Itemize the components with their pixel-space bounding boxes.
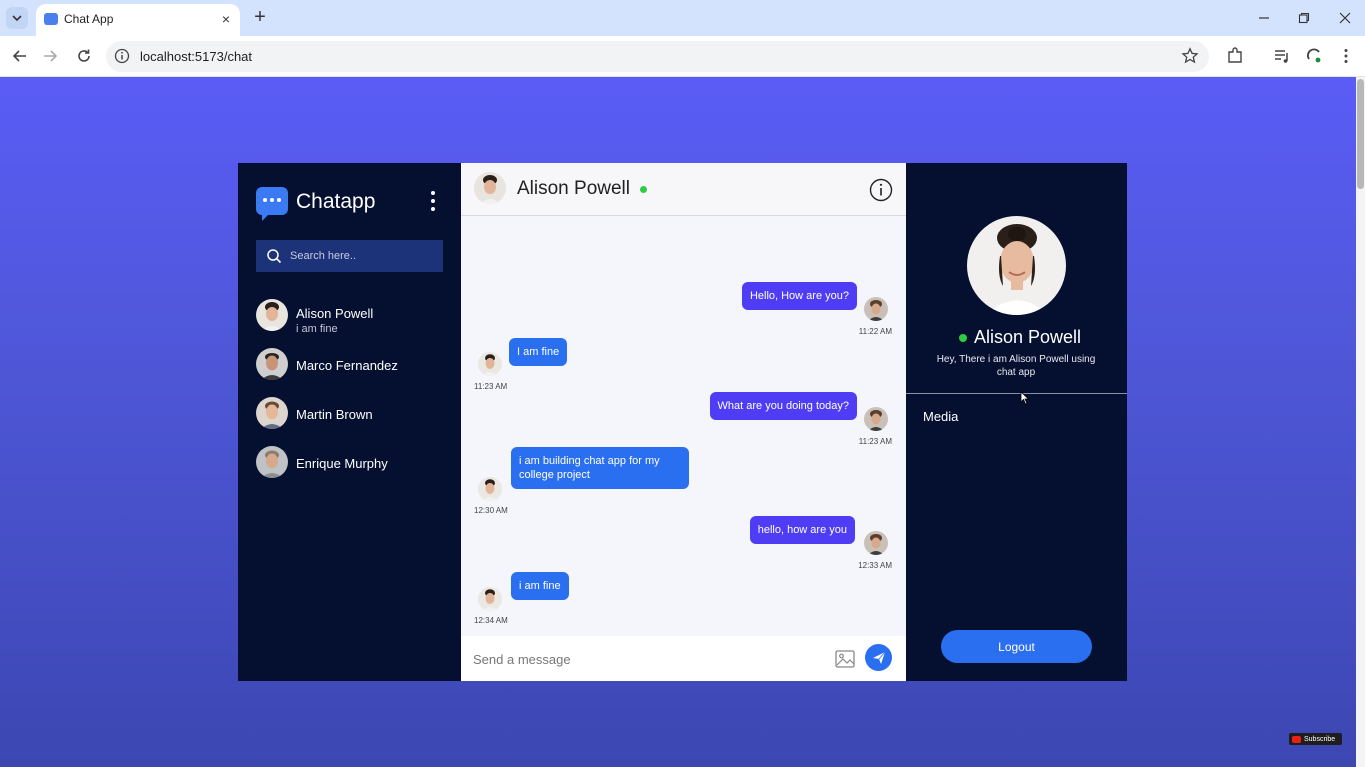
contact-name: Alison Powell (296, 306, 374, 321)
media-controls-icon[interactable] (1270, 44, 1294, 68)
contact-name: Enrique Murphy (296, 456, 388, 471)
browser-toolbar: localhost:5173/chat (0, 36, 1365, 77)
message-time: 12:34 AM (474, 616, 508, 625)
tab-close-icon[interactable]: × (218, 11, 234, 27)
browser-tab-bar: Chat App × + (0, 0, 1365, 36)
profile-name: Alison Powell (974, 327, 1082, 347)
contact-last-message: i am fine (296, 323, 338, 335)
avatar (864, 531, 888, 555)
chat-panel: Alison Powell Hello, How are you? 11:22 … (461, 163, 906, 681)
image-upload-icon[interactable] (834, 648, 856, 670)
profile-sync-icon[interactable] (1302, 44, 1326, 68)
search-box[interactable] (256, 240, 443, 272)
message-time: 12:33 AM (858, 561, 892, 570)
contact-item-enrique-murphy[interactable]: Enrique Murphy (256, 446, 446, 482)
extensions-icon[interactable] (1223, 44, 1247, 68)
contact-name: Marco Fernandez (296, 358, 398, 373)
avatar (864, 297, 888, 321)
avatar (478, 352, 502, 376)
back-icon[interactable] (8, 44, 32, 68)
page-scrollbar[interactable] (1356, 77, 1365, 767)
send-button[interactable] (865, 644, 892, 671)
search-input[interactable] (290, 240, 440, 272)
mouse-cursor-icon (1020, 391, 1030, 405)
send-icon (872, 651, 885, 664)
subscribe-label: Subscribe (1304, 735, 1336, 743)
message-bubble-sent: hello, how are you (749, 516, 855, 544)
media-heading: Media (923, 409, 959, 424)
profile-bio: Hey, There i am Alison Powell using chat… (936, 354, 1096, 378)
avatar (864, 407, 888, 431)
chevron-down-icon (12, 15, 22, 22)
avatar (478, 587, 502, 611)
message-input[interactable] (473, 646, 813, 672)
logout-button[interactable]: Logout (941, 630, 1092, 663)
online-status-dot (640, 186, 647, 193)
app-name: Chatapp (296, 190, 376, 213)
reload-icon[interactable] (72, 44, 96, 68)
message-time: 12:30 AM (474, 506, 508, 515)
profile-panel: Alison Powell Hey, There i am Alison Pow… (906, 163, 1127, 681)
search-icon (267, 249, 282, 264)
avatar (256, 446, 288, 478)
address-bar[interactable]: localhost:5173/chat (106, 41, 1209, 72)
browser-tab-active[interactable]: Chat App × (36, 4, 240, 36)
new-tab-button[interactable]: + (250, 7, 270, 28)
site-info-icon[interactable] (114, 48, 130, 64)
restore-icon[interactable] (1294, 8, 1314, 28)
avatar (256, 348, 288, 380)
message-time: 11:23 AM (858, 437, 892, 446)
chrome-menu-icon[interactable] (1334, 44, 1358, 68)
contacts-sidebar: Chatapp Alison Powell i am fine Marco Fe… (238, 163, 461, 681)
tab-title: Chat App (64, 12, 114, 26)
youtube-logo-icon (1292, 735, 1301, 743)
message-composer (461, 636, 906, 681)
url-text[interactable]: localhost:5173/chat (140, 49, 252, 64)
chat-header: Alison Powell (461, 163, 906, 216)
message-bubble-received: I am fine (509, 338, 568, 366)
avatar (256, 299, 288, 331)
message-bubble-received: i am fine (511, 572, 569, 600)
close-window-icon[interactable] (1335, 8, 1355, 28)
contact-item-martin-brown[interactable]: Martin Brown (256, 397, 446, 433)
message-bubble-sent: What are you doing today? (709, 392, 857, 420)
message-time: 11:23 AM (474, 382, 508, 391)
subscribe-watermark: Subscribe (1289, 733, 1342, 745)
online-status-dot (959, 334, 967, 342)
forward-icon[interactable] (38, 44, 62, 68)
scrollbar-thumb[interactable] (1357, 79, 1364, 189)
avatar[interactable] (474, 172, 506, 204)
message-bubble-sent: Hello, How are you? (741, 282, 857, 310)
message-bubble-received: i am building chat app for my college pr… (511, 447, 689, 489)
chat-favicon-icon (44, 13, 58, 25)
contact-item-alison-powell[interactable]: Alison Powell i am fine (256, 299, 446, 335)
chat-contact-name: Alison Powell (517, 178, 630, 199)
chat-logo-icon (256, 187, 288, 221)
tab-search-button[interactable] (6, 7, 28, 29)
sidebar-menu-icon[interactable] (428, 191, 438, 211)
contact-item-marco-fernandez[interactable]: Marco Fernandez (256, 348, 446, 384)
avatar (256, 397, 288, 429)
bookmark-star-icon[interactable] (1181, 47, 1199, 65)
message-time: 11:22 AM (858, 327, 892, 336)
divider (906, 393, 1127, 394)
profile-avatar (967, 216, 1066, 315)
info-icon[interactable] (869, 178, 893, 202)
contact-name: Martin Brown (296, 407, 373, 422)
avatar (478, 477, 502, 501)
minimize-icon[interactable] (1254, 8, 1274, 28)
